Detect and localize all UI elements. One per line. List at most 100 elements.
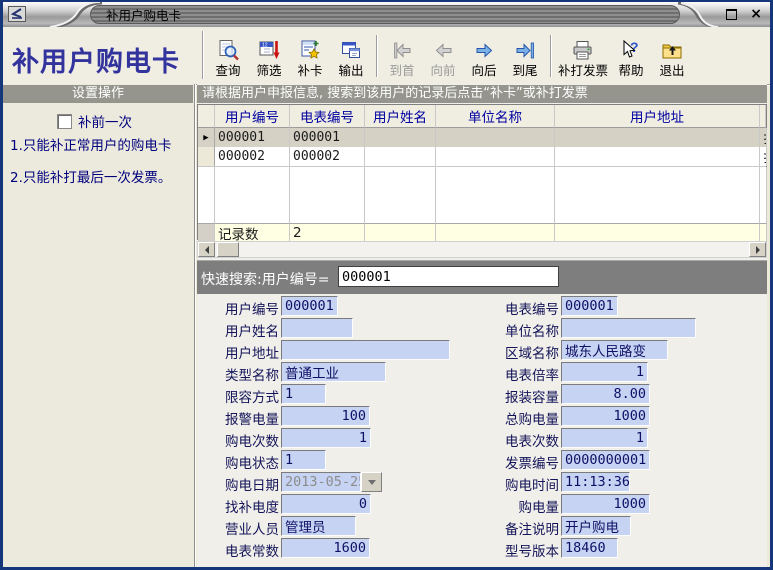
quick-search-bar: 快速搜索:用户编号=	[197, 260, 767, 294]
field-label: 用户编号	[207, 298, 279, 318]
user-address-field[interactable]	[281, 340, 450, 360]
search-icon	[217, 38, 240, 63]
invoice-no-field[interactable]: 0000000001	[561, 450, 650, 470]
col-meter-id[interactable]: 电表编号	[290, 105, 365, 128]
field-label: 类型名称	[207, 364, 279, 384]
field-label: 购电状态	[207, 452, 279, 472]
exit-button[interactable]: 退出	[652, 33, 692, 79]
sidebar-note-2: 2.只能补打最后一次发票。	[10, 166, 171, 186]
replace-card-button[interactable]: 补卡	[290, 33, 330, 79]
toolbar-separator	[550, 35, 551, 77]
print-invoice-button[interactable]: 补打发票	[556, 33, 610, 79]
scroll-right-button[interactable]	[749, 242, 766, 257]
col-user-name[interactable]: 用户姓名	[365, 105, 436, 128]
checkbox-unchecked[interactable]	[57, 114, 72, 129]
field-label: 总购电量	[487, 408, 559, 428]
exit-folder-icon	[661, 38, 684, 63]
meter-ratio-field[interactable]: 1	[561, 362, 648, 382]
cell-address	[555, 128, 760, 147]
unit-name-field[interactable]	[561, 318, 696, 338]
purchase-energy-field[interactable]: 1000	[561, 494, 650, 514]
field-label: 购电日期	[207, 474, 279, 494]
col-address[interactable]: 用户地址	[555, 105, 760, 128]
filter-button[interactable]: 12 筛选	[249, 33, 289, 79]
total-energy-field[interactable]: 1000	[561, 406, 650, 426]
cell-user-id: 000001	[215, 128, 290, 147]
title-bar[interactable]: 补用户购电卡 ×	[2, 2, 771, 27]
printer-icon	[571, 38, 595, 63]
help-label: 帮助	[619, 63, 644, 78]
type-name-field[interactable]: 普通工业	[281, 362, 386, 382]
help-button[interactable]: ? 帮助	[611, 33, 651, 79]
query-button[interactable]: 查询	[208, 33, 248, 79]
detail-form: 用户编号 000001 电表编号 000001 用户姓名 单位名称 用户地址 区…	[197, 293, 767, 567]
window-controls: ×	[726, 7, 762, 21]
nav-last-label: 到尾	[512, 63, 537, 78]
nav-prev-icon	[432, 38, 455, 63]
purchase-status-field[interactable]: 1	[281, 450, 326, 470]
user-name-field[interactable]	[281, 318, 353, 338]
search-input[interactable]	[338, 266, 559, 287]
region-name-field[interactable]: 城东人民路变	[561, 340, 668, 360]
horizontal-scrollbar[interactable]	[197, 241, 767, 258]
col-clipped	[760, 105, 766, 128]
meter-id-field[interactable]: 000001	[561, 296, 618, 316]
purchase-count-field[interactable]: 1	[281, 428, 371, 448]
replace-card-label: 补卡	[297, 63, 322, 78]
date-dropdown-button[interactable]	[361, 472, 382, 492]
table-row[interactable]: ▶ 000001 000001 扌	[198, 128, 766, 147]
purchase-date-combo[interactable]: 2013-05-25	[281, 472, 361, 492]
nav-last-icon	[514, 38, 537, 63]
cell-clipped: 扌	[760, 128, 767, 147]
window-title: 补用户购电卡	[106, 5, 181, 24]
window-title-pill: 补用户购电卡	[90, 5, 680, 24]
export-icon	[340, 38, 363, 63]
col-user-id[interactable]: 用户编号	[215, 105, 290, 128]
nav-next-label: 向后	[471, 63, 496, 78]
scrollbar-thumb[interactable]	[217, 242, 239, 257]
instruction-bar: 请根据用户申报信息, 搜索到该用户的记录后点击“补卡”或补打发票	[197, 85, 767, 103]
sidebar-divider	[194, 84, 195, 567]
nav-first-button: 到首	[382, 33, 422, 79]
toolbar: 查询 12 筛选	[208, 29, 692, 82]
cell-clipped: 扌	[760, 147, 767, 166]
table-row[interactable]: 000002 000002 扌	[198, 147, 766, 166]
scroll-left-button[interactable]	[198, 242, 215, 257]
field-label: 营业人员	[207, 518, 279, 538]
col-unit-name[interactable]: 单位名称	[436, 105, 555, 128]
remark-field[interactable]: 开户购电	[561, 516, 631, 536]
operator-field[interactable]: 管理员	[281, 516, 356, 536]
nav-prev-label: 向前	[430, 63, 455, 78]
checkbox-label: 补前一次	[78, 111, 132, 131]
user-id-field[interactable]: 000001	[281, 296, 338, 316]
maximize-button[interactable]	[726, 9, 737, 20]
pre-once-checkbox-row[interactable]: 补前一次	[57, 111, 132, 131]
grid-empty-area	[198, 166, 766, 223]
sidebar: 设置操作 补前一次 1.只能补正常用户的购电卡 2.只能补打最后一次发票。	[2, 84, 194, 567]
nav-first-icon	[391, 38, 414, 63]
filter-label: 筛选	[256, 63, 281, 78]
nav-last-button[interactable]: 到尾	[505, 33, 545, 79]
installed-capacity-field[interactable]: 8.00	[561, 384, 650, 404]
limit-mode-field[interactable]: 1	[281, 384, 326, 404]
adjust-energy-field[interactable]: 0	[281, 494, 371, 514]
meter-constant-field[interactable]: 1600	[281, 538, 370, 558]
svg-text:12: 12	[262, 42, 268, 48]
alarm-energy-field[interactable]: 100	[281, 406, 370, 426]
model-version-field[interactable]: 18460	[561, 538, 618, 558]
left-arrow-icon	[201, 246, 209, 254]
field-label: 电表编号	[487, 298, 559, 318]
current-row-marker: ▶	[198, 128, 215, 147]
nav-first-label: 到首	[389, 63, 414, 78]
user-grid: 用户编号 电表编号 用户姓名 单位名称 用户地址 ▶ 000001 000001…	[197, 104, 767, 240]
nav-next-icon	[473, 38, 496, 63]
filter-calendar-icon: 12	[258, 38, 281, 63]
nav-next-button[interactable]: 向后	[464, 33, 504, 79]
meter-count-field[interactable]: 1	[561, 428, 648, 448]
field-label: 购电时间	[487, 474, 559, 494]
record-count-label: 记录数	[215, 223, 290, 241]
cell-meter-id: 000001	[290, 128, 365, 147]
close-button[interactable]: ×	[750, 7, 762, 21]
export-button[interactable]: 输出	[331, 33, 371, 79]
purchase-time-field[interactable]: 11:13:36	[561, 472, 630, 492]
